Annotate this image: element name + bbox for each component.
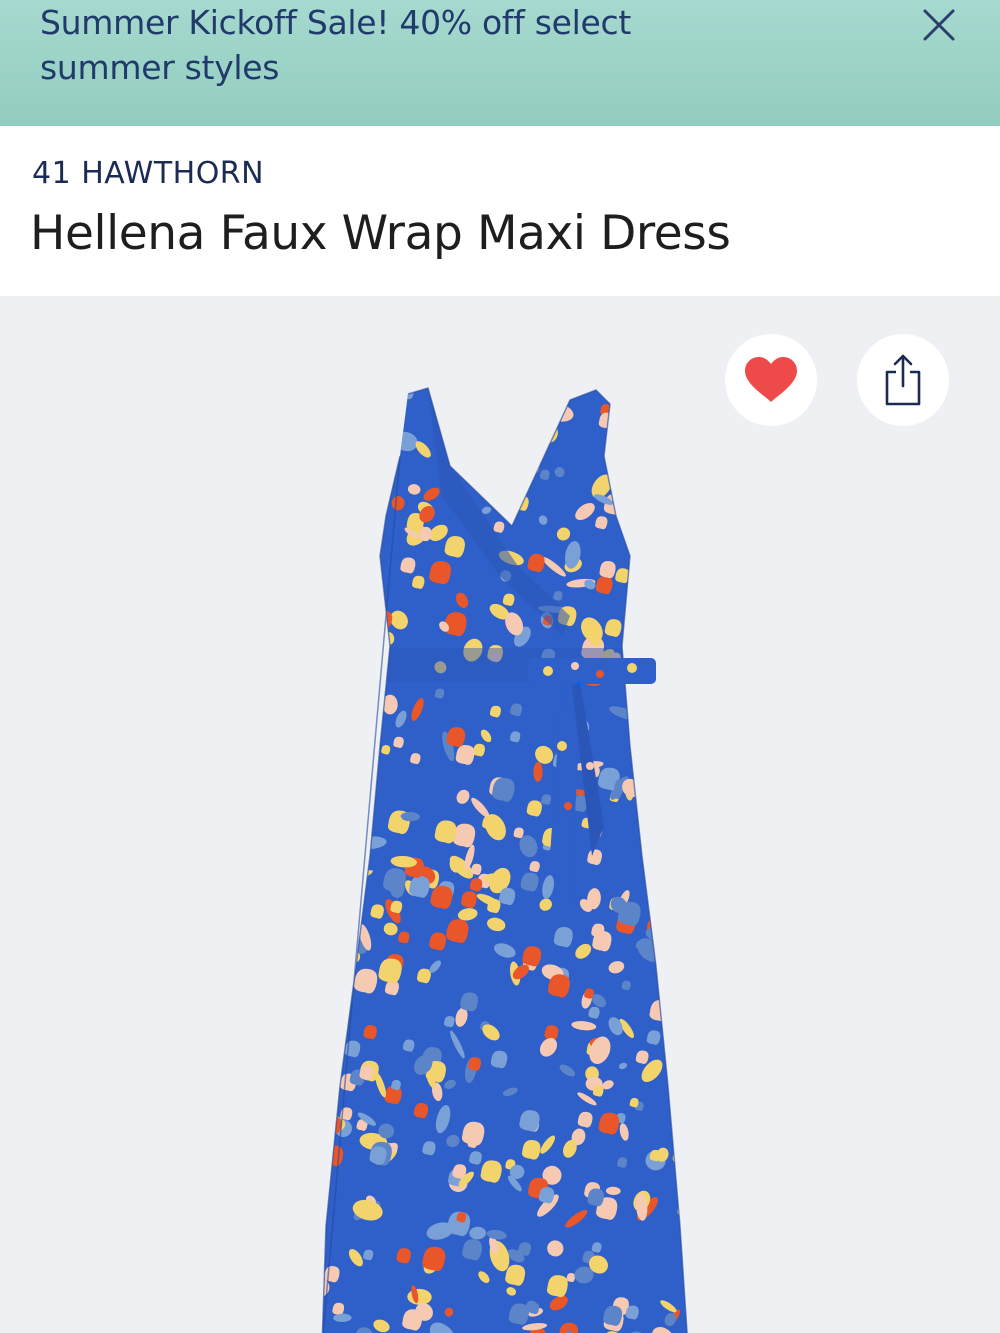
- promo-text: Summer Kickoff Sale! 40% off select summ…: [40, 0, 740, 90]
- product-image-area: [0, 296, 1000, 1333]
- favorite-button[interactable]: [725, 334, 817, 426]
- dress-illustration: [321, 387, 688, 1333]
- brand-name[interactable]: 41 HAWTHORN: [32, 156, 264, 191]
- product-title: Hellena Faux Wrap Maxi Dress: [30, 206, 731, 261]
- share-icon: [885, 354, 921, 406]
- heart-icon: [745, 357, 797, 402]
- close-icon[interactable]: [922, 8, 956, 42]
- share-button[interactable]: [857, 334, 949, 426]
- product-image[interactable]: [300, 386, 700, 1333]
- promo-text-line2: summer styles: [40, 48, 280, 87]
- product-header: 41 HAWTHORN Hellena Faux Wrap Maxi Dress: [0, 126, 1000, 296]
- promo-banner: Summer Kickoff Sale! 40% off select summ…: [0, 0, 1000, 126]
- promo-text-line1: Summer Kickoff Sale! 40% off select: [40, 3, 631, 42]
